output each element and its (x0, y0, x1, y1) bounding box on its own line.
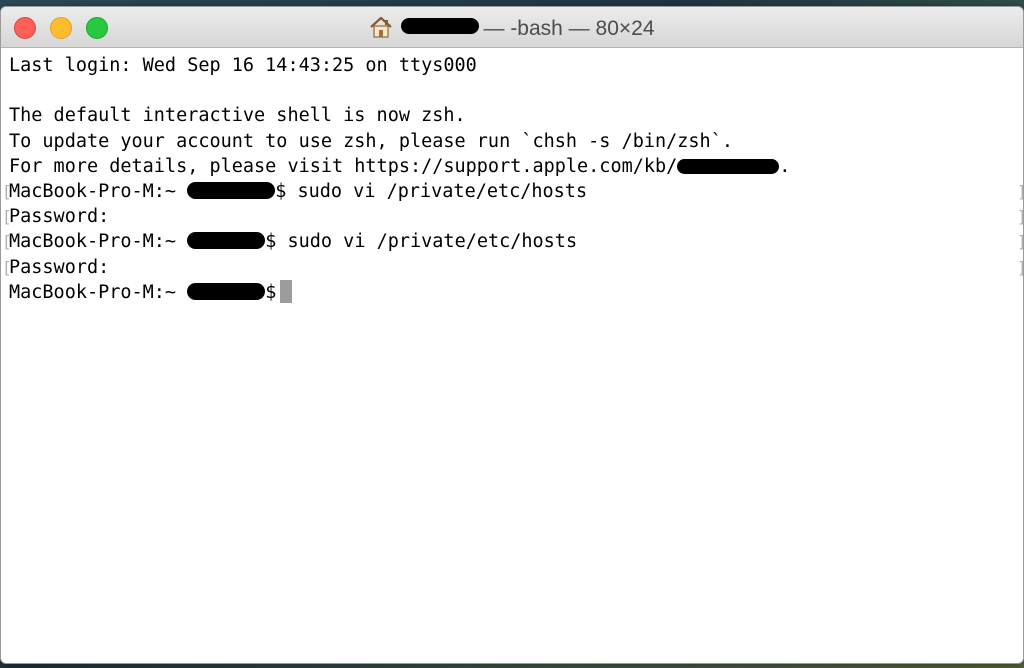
title-bar[interactable]: — -bash — 80×24 (1, 7, 1023, 48)
password-line: Password: (2, 204, 1023, 229)
terminal-window: — -bash — 80×24 Last login: Wed Sep 16 1… (0, 6, 1024, 664)
details-line: For more details, please visit https://s… (9, 154, 1023, 179)
terminal-output[interactable]: Last login: Wed Sep 16 14:43:25 on ttys0… (1, 48, 1023, 305)
zsh-update-line: To update your account to use zsh, pleas… (9, 130, 733, 152)
redacted-username (401, 18, 480, 34)
details-suffix: . (779, 155, 791, 177)
prompt-host: MacBook-Pro-M:~ (9, 231, 188, 253)
zsh-notice-line: The default interactive shell is now zsh… (9, 105, 466, 127)
command-line: MacBook-Pro-M:~ $ sudo vi /private/etc/h… (2, 229, 1023, 254)
prompt-symbol: $ (265, 281, 277, 303)
window-title: — -bash — 80×24 (1, 16, 1023, 44)
command-text: sudo vi /private/etc/hosts (286, 180, 588, 202)
command-text: sudo vi /private/etc/hosts (276, 231, 578, 253)
redacted-username (187, 232, 266, 250)
details-text: For more details, please visit https://s… (9, 155, 678, 177)
prompt-host: MacBook-Pro-M:~ (9, 180, 188, 202)
command-line: MacBook-Pro-M:~ $ sudo vi /private/etc/h… (2, 179, 1023, 204)
active-prompt-line: MacBook-Pro-M:~ $ (9, 279, 1023, 305)
prompt-symbol: $ (265, 231, 277, 253)
window-title-text: — -bash — 80×24 (483, 17, 655, 40)
redacted-username (187, 282, 266, 300)
prompt-host: MacBook-Pro-M:~ (9, 281, 188, 303)
text-cursor (280, 279, 293, 303)
last-login-line: Last login: Wed Sep 16 14:43:25 on ttys0… (9, 55, 477, 76)
redacted-username (187, 181, 276, 199)
prompt-symbol: $ (275, 180, 287, 202)
redacted-kb-id (677, 158, 780, 174)
password-line: Password: (2, 255, 1023, 280)
home-icon (369, 16, 393, 44)
